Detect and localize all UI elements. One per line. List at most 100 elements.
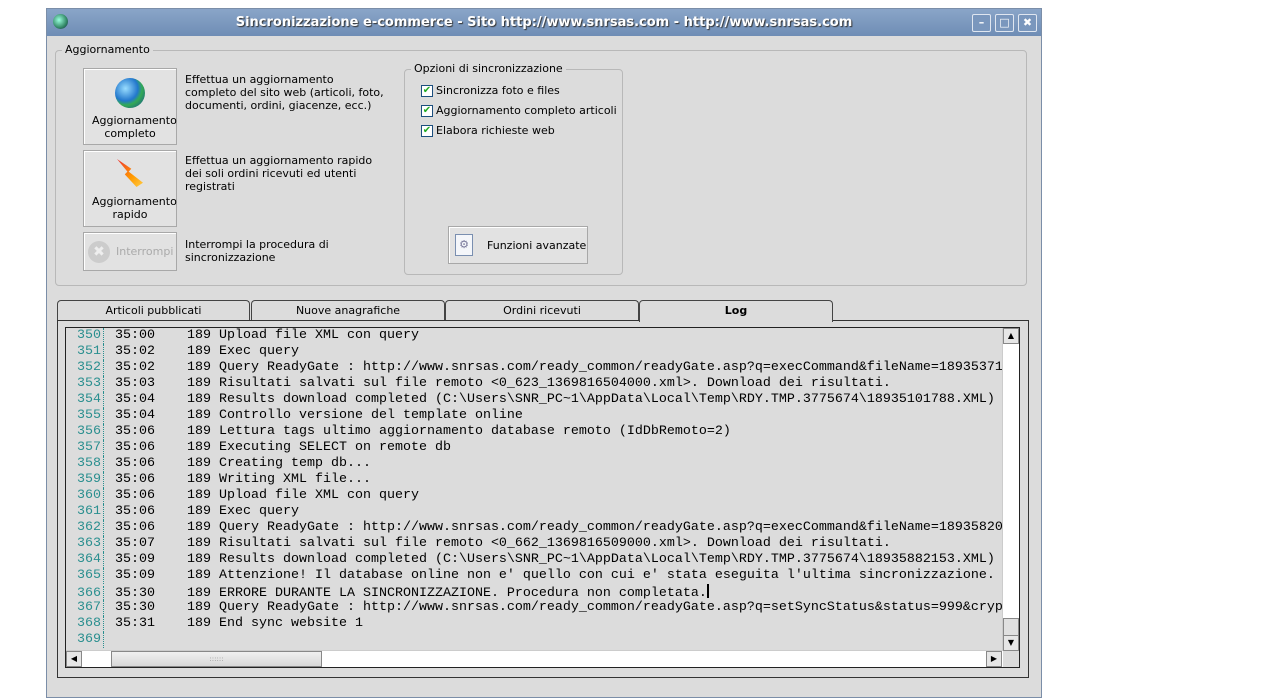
log-line: 369 [66,632,1003,648]
stop-desc: Interrompi la procedura di sincronizzazi… [185,238,329,264]
log-message: Results download completed (C:\Users\SNR… [219,392,995,407]
maximize-button[interactable]: □ [995,14,1014,32]
stop-button[interactable]: ✖ Interrompi [83,232,177,271]
log-message: Risultati salvati sul file remoto <0_623… [219,376,891,391]
vertical-scroll-thumb[interactable] [1003,618,1019,636]
tab-ordini-ricevuti[interactable]: Ordini ricevuti [445,300,639,321]
log-line: 368 35:31 189 End sync website 1 [66,616,1003,632]
tab-articoli-pubblicati[interactable]: Articoli pubblicati [57,300,250,321]
line-number: 358 [66,456,104,472]
log-line: 356 35:06 189 Lettura tags ultimo aggiornam… [66,424,1003,440]
checkbox-web-requests[interactable]: ✔ Elabora richieste web [421,124,555,137]
advanced-functions-button[interactable]: ⚙ Funzioni avanzate [448,226,588,264]
log-message: Upload file XML con query [219,488,419,503]
vertical-scrollbar[interactable]: ▲ ▼ [1002,328,1019,651]
log-time: 35:03 [115,376,155,391]
options-group-label: Opzioni di sincronizzazione [411,62,566,75]
line-number: 350 [66,328,104,344]
scroll-down-button[interactable]: ▼ [1003,635,1019,651]
log-id: 189 [187,552,211,567]
log-line: 354 35:04 189 Results download completed (C… [66,392,1003,408]
log-message: Exec query [219,504,299,519]
line-number: 361 [66,504,104,520]
line-number: 357 [66,440,104,456]
log-id: 189 [187,344,211,359]
lightning-arrow-icon [117,159,143,187]
log-line: 366 35:30 189 ERRORE DURANTE LA SINCRONIZZA… [66,584,1003,602]
checkbox-label: Elabora richieste web [436,124,555,137]
update-group: Aggiornamento Aggiornamento completo Eff… [55,43,1027,286]
log-message: Upload file XML con query [219,328,419,343]
horizontal-scrollbar[interactable]: ◀ :::::: ▶ [66,650,1003,667]
horizontal-scroll-thumb[interactable]: :::::: [111,651,322,667]
line-number: 359 [66,472,104,488]
log-id: 189 [187,392,211,407]
log-line: 362 35:06 189 Query ReadyGate : http://www.… [66,520,1003,536]
log-line: 365 35:09 189 Attenzione! Il database onlin… [66,568,1003,584]
stop-icon: ✖ [88,240,110,263]
log-time: 35:04 [115,408,155,423]
log-id: 189 [187,456,211,471]
minimize-button[interactable]: – [972,14,991,32]
log-line: 350 35:00 189 Upload file XML con query [66,328,1003,344]
title-bar[interactable]: Sincronizzazione e-commerce - Sito http:… [47,9,1041,36]
log-message: Exec query [219,344,299,359]
check-icon: ✔ [421,84,433,97]
line-number: 362 [66,520,104,536]
log-message: Query ReadyGate : http://www.snrsas.com/… [219,360,1003,375]
log-time: 35:06 [115,456,155,471]
log-message: Creating temp db... [219,456,371,471]
log-time: 35:06 [115,520,155,535]
log-line: 364 35:09 189 Results download completed (C… [66,552,1003,568]
check-icon: ✔ [421,104,433,117]
log-time: 35:09 [115,552,155,567]
log-time: 35:06 [115,472,155,487]
quick-update-button[interactable]: Aggiornamento rapido [83,150,177,227]
log-id: 189 [187,520,211,535]
log-message: Attenzione! Il database online non e' qu… [219,568,995,583]
log-line: 355 35:04 189 Controllo versione del templa… [66,408,1003,424]
document-gear-icon: ⚙ [455,234,473,256]
sync-window: Sincronizzazione e-commerce - Sito http:… [46,8,1042,698]
log-message: End sync website 1 [219,616,363,631]
log-line: 352 35:02 189 Query ReadyGate : http://www.… [66,360,1003,376]
full-update-button[interactable]: Aggiornamento completo [83,68,177,145]
log-time: 35:06 [115,440,155,455]
quick-update-desc: Effettua un aggiornamento rapido dei sol… [185,154,373,193]
scroll-right-button[interactable]: ▶ [986,651,1002,667]
log-time: 35:30 [115,600,155,615]
log-time: 35:06 [115,488,155,503]
log-id: 189 [187,440,211,455]
log-line: 361 35:06 189 Exec query [66,504,1003,520]
log-id: 189 [187,360,211,375]
log-id: 189 [187,328,211,343]
update-group-label: Aggiornamento [62,43,153,56]
log-line: 359 35:06 189 Writing XML file... [66,472,1003,488]
line-number: 368 [66,616,104,632]
log-time: 35:02 [115,360,155,375]
checkbox-sync-photos[interactable]: ✔ Sincronizza foto e files [421,84,560,97]
line-number: 353 [66,376,104,392]
line-number: 360 [66,488,104,504]
window-title: Sincronizzazione e-commerce - Sito http:… [235,15,853,30]
log-line: 358 35:06 189 Creating temp db... [66,456,1003,472]
globe-icon [115,78,145,108]
log-view[interactable]: 350 35:00 189 Upload file XML con query 351 3… [65,327,1020,668]
checkbox-full-articles[interactable]: ✔ Aggiornamento completo articoli [421,104,617,117]
scroll-left-button[interactable]: ◀ [66,651,82,667]
close-button[interactable]: ✖ [1018,14,1037,32]
advanced-functions-label: Funzioni avanzate [487,238,587,252]
log-time: 35:31 [115,616,155,631]
log-line: 367 35:30 189 Query ReadyGate : http://www.… [66,600,1003,616]
log-id: 189 [187,424,211,439]
tab-log[interactable]: Log [639,300,833,322]
log-lines[interactable]: 350 35:00 189 Upload file XML con query 351 3… [66,328,1003,651]
log-time: 35:09 [115,568,155,583]
log-message: Lettura tags ultimo aggiornamento databa… [219,424,731,439]
quick-update-label: Aggiornamento rapido [92,195,177,221]
scroll-up-button[interactable]: ▲ [1003,328,1019,344]
checkbox-label: Aggiornamento completo articoli [436,104,617,117]
log-message: Controllo versione del template online [219,408,523,423]
tab-nuove-anagrafiche[interactable]: Nuove anagrafiche [251,300,445,321]
log-line: 351 35:02 189 Exec query [66,344,1003,360]
